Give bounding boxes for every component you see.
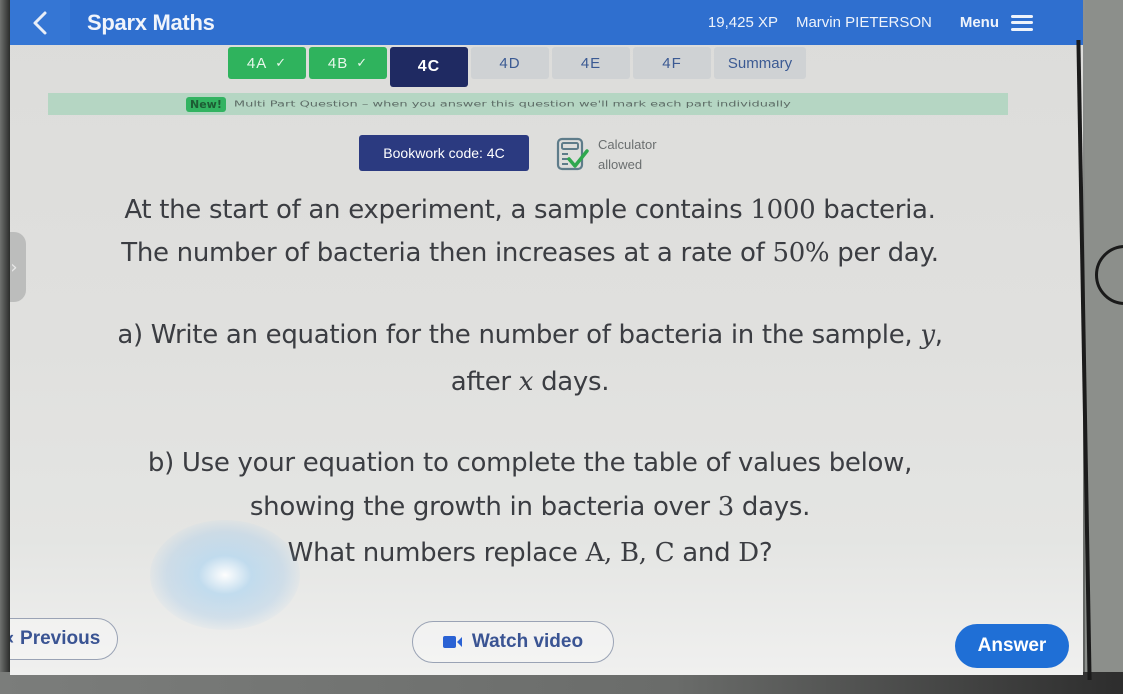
answer-button[interactable]: Answer xyxy=(955,624,1069,668)
chevron-right-icon: › xyxy=(10,256,18,278)
hamburger-icon xyxy=(1011,14,1033,31)
question-intro-line-1: At the start of an experiment, a sample … xyxy=(10,195,1050,225)
tab-label: 4A xyxy=(246,54,268,72)
user-name: Marvin PIETERSON xyxy=(795,14,932,31)
answer-label: Answer xyxy=(977,635,1047,656)
menu-button[interactable]: Menu xyxy=(960,14,1033,31)
question-intro-line-2: The number of bacteria then increases at… xyxy=(10,238,1050,268)
question-text: a) Write an equation for the number of b… xyxy=(117,320,921,350)
tab-label: 4D xyxy=(499,54,521,72)
device-bezel-left xyxy=(0,0,10,680)
side-nav-left[interactable]: › xyxy=(10,232,26,302)
background-right xyxy=(1085,0,1123,694)
question-text: ? xyxy=(758,538,773,568)
check-icon: ✓ xyxy=(275,55,288,70)
back-button[interactable] xyxy=(10,0,70,45)
question-part-a-line-1: a) Write an equation for the number of b… xyxy=(10,320,1050,350)
previous-button[interactable]: ‹ Previous xyxy=(10,618,118,660)
app-header: Sparx Maths 19,425 XP Marvin PIETERSON M… xyxy=(10,0,1083,45)
question-text: days. xyxy=(733,492,811,522)
question-text: At the start of an experiment, a sample … xyxy=(124,195,751,225)
tab-4c[interactable]: 4C xyxy=(390,47,468,87)
check-icon: ✓ xyxy=(356,55,369,70)
tab-4e[interactable]: 4E xyxy=(552,47,630,79)
video-camera-icon xyxy=(442,636,462,648)
chevron-left-icon xyxy=(33,11,47,34)
unknown-letters: A, B, C xyxy=(585,538,675,568)
tab-label: 4F xyxy=(662,54,682,72)
previous-label: Previous xyxy=(20,628,101,649)
screen-glare xyxy=(150,520,300,630)
watch-video-label: Watch video xyxy=(471,631,584,652)
chevron-left-icon: ‹ xyxy=(10,628,14,650)
screen: Sparx Maths 19,425 XP Marvin PIETERSON M… xyxy=(10,0,1083,675)
multi-part-notice: New! Multi Part Question – when you answ… xyxy=(48,93,1008,115)
calculator-allowed: Calculator allowed xyxy=(556,135,657,175)
tab-label: 4C xyxy=(417,58,441,75)
app-title: Sparx Maths xyxy=(87,9,215,35)
watch-video-button[interactable]: Watch video xyxy=(412,621,614,663)
question-part-b-line-2: showing the growth in bacteria over 3 da… xyxy=(10,492,1050,522)
tab-4d[interactable]: 4D xyxy=(471,47,549,79)
question-text: bacteria. xyxy=(815,195,936,225)
tab-4a[interactable]: 4A ✓ xyxy=(228,47,306,79)
question-text: showing the growth in bacteria over xyxy=(249,492,718,522)
notice-text: Multi Part Question – when you answer th… xyxy=(233,99,791,109)
xp-count: 19,425 XP xyxy=(707,14,778,31)
variable-x: x xyxy=(518,367,534,397)
tab-label: Summary xyxy=(727,54,793,72)
question-part-b-line-3: What numbers replace A, B, C and D? xyxy=(10,538,1050,568)
days-count: 3 xyxy=(717,492,735,522)
header-user-area: 19,425 XP Marvin PIETERSON Menu xyxy=(708,0,1033,45)
question-text: after xyxy=(450,367,519,397)
background-bottom xyxy=(0,672,1123,694)
question-text: per day. xyxy=(829,238,939,268)
task-tabs: 4A ✓ 4B ✓ 4C 4D 4E 4F Summary xyxy=(228,47,806,87)
question-text: The number of bacteria then increases at… xyxy=(121,238,773,268)
tab-4f[interactable]: 4F xyxy=(633,47,711,79)
bookwork-code: Bookwork code: 4C xyxy=(359,135,529,171)
tab-4b[interactable]: 4B ✓ xyxy=(309,47,387,79)
tab-label: 4E xyxy=(580,54,602,72)
menu-label: Menu xyxy=(959,14,999,31)
variable-y: y xyxy=(920,320,935,350)
calculator-allowed-label: allowed xyxy=(598,157,643,172)
question-text: days. xyxy=(533,367,610,397)
unknown-letter-d: D xyxy=(738,538,759,568)
new-badge: New! xyxy=(186,96,226,112)
growth-rate: 50% xyxy=(772,238,830,268)
tab-summary[interactable]: Summary xyxy=(714,47,806,79)
question-text: b) Use your equation to complete the tab… xyxy=(147,448,913,478)
question-part-b-line-1: b) Use your equation to complete the tab… xyxy=(10,448,1050,478)
initial-count: 1000 xyxy=(750,195,816,225)
tab-label: 4B xyxy=(327,54,349,72)
question-part-a-line-2: after x days. xyxy=(10,367,1050,397)
question-text: , xyxy=(934,320,943,350)
question-text: What numbers replace xyxy=(287,538,586,568)
calculator-check-icon xyxy=(556,137,589,171)
calculator-label: Calculator xyxy=(598,137,657,152)
question-text: and xyxy=(674,538,739,568)
